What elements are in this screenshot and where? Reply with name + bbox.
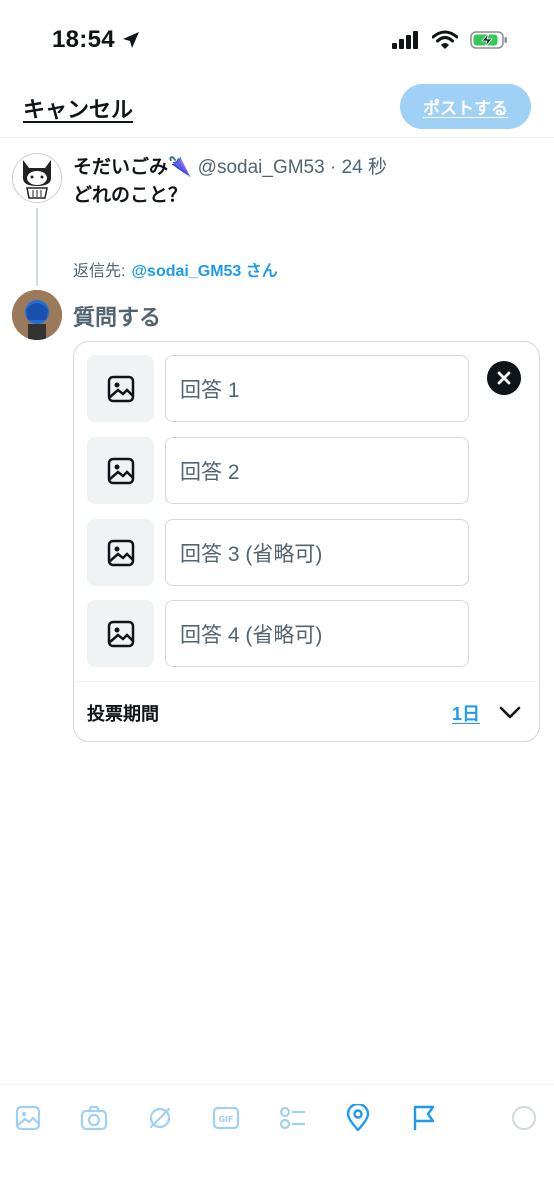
close-icon [497,371,511,385]
author-name[interactable]: そだいごみ🌂 [73,152,192,179]
flag-icon [413,1105,435,1130]
choice-2-media-button[interactable] [87,437,154,504]
poll-button[interactable] [276,1102,308,1134]
author-handle-time: @sodai_GM53 · 24 秒 [197,157,387,178]
choice-2-input[interactable]: 回答 2 [165,437,469,504]
reply-to-line: 返信先: @sodai_GM53 さん [73,257,278,281]
tweet-text: どれのこと？ [73,185,188,206]
status-icons [392,30,508,50]
user-avatar-image [12,290,62,340]
flag-button[interactable] [408,1102,440,1134]
status-time: 18:54 [52,26,141,54]
cat-avatar-icon [13,154,61,202]
poll-duration-label: 投票期間 [87,704,159,724]
poll-icon [279,1106,305,1130]
choice-1-media-button[interactable] [87,355,154,422]
header-divider [0,137,554,138]
grok-button[interactable] [144,1102,176,1134]
poll-duration-select[interactable]: 1日 [452,700,480,726]
time-text: 18:54 [52,26,115,53]
reply-to-handle[interactable]: @sodai_GM53 さん [131,257,277,281]
location-icon [346,1104,370,1132]
compose-input[interactable]: 質問する [73,300,161,332]
user-avatar[interactable] [12,290,62,340]
chevron-down-icon [499,706,521,719]
image-icon [107,620,134,647]
location-button[interactable] [342,1102,374,1134]
tweet-author-line: そだいごみ🌂 @sodai_GM53 · 24 秒 [73,152,387,179]
author-avatar[interactable] [12,153,62,203]
toolbar-divider [0,1084,554,1085]
character-counter [508,1102,540,1134]
cancel-button[interactable]: キャンセル [23,92,133,124]
choice-3-media-button[interactable] [87,519,154,586]
camera-button[interactable] [78,1102,110,1134]
choice-3-input[interactable]: 回答 3 (省略可) [165,519,469,586]
gif-icon: GIF [212,1106,240,1130]
poll-duration-toggle[interactable] [497,699,523,730]
reply-to-prefix: 返信先: [73,263,126,280]
thread-line [36,208,38,286]
poll-divider [73,681,540,682]
image-icon [107,457,134,484]
image-icon [107,539,134,566]
svg-text:GIF: GIF [218,1115,233,1124]
grok-icon [149,1107,171,1129]
battery-charging-icon [470,31,507,49]
image-icon [15,1105,41,1131]
choice-1-input[interactable]: 回答 1 [165,355,469,422]
gif-button[interactable]: GIF [210,1102,242,1134]
image-icon [107,375,134,402]
camera-icon [80,1105,108,1131]
post-button[interactable]: ポストする [400,84,531,129]
wifi-icon [432,30,458,49]
media-button[interactable] [12,1102,44,1134]
choice-4-media-button[interactable] [87,600,154,667]
signal-icon [392,31,418,49]
remove-poll-button[interactable] [487,361,521,395]
choice-4-input[interactable]: 回答 4 (省略可) [165,600,469,667]
progress-ring-icon [512,1106,536,1130]
location-arrow-icon [122,32,139,48]
